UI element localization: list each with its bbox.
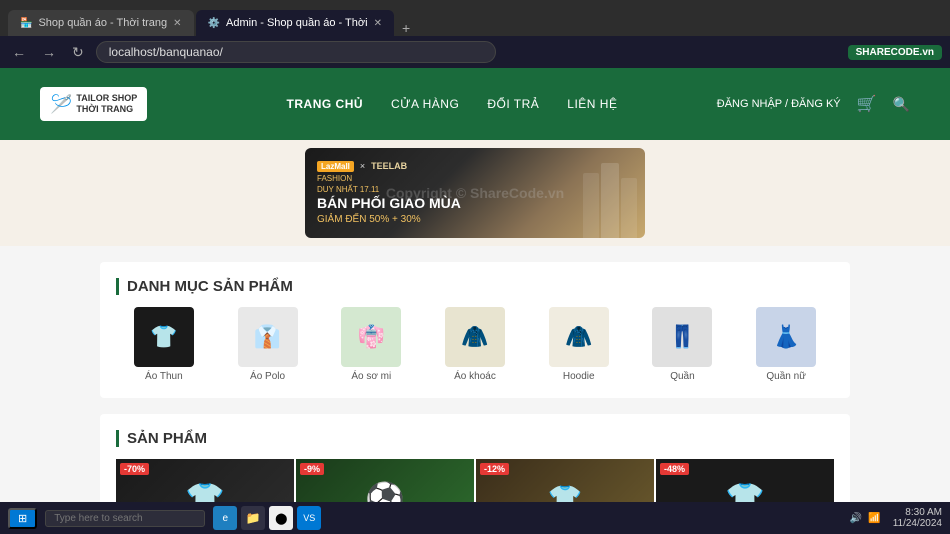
discount-badge-4: -48% (660, 463, 689, 475)
back-button[interactable]: ← (8, 42, 30, 62)
product-card-2[interactable]: -9% ⚽ (296, 459, 474, 502)
time-display: 8:30 AM (893, 507, 942, 518)
logo-text-line1: TAILOR SHOP (76, 93, 137, 104)
taskbar-sys-icons: 🔊 📶 (850, 513, 881, 524)
category-ao-polo-label: Áo Polo (250, 371, 285, 382)
refresh-button[interactable]: ↻ (68, 42, 88, 63)
category-grid: 👕 Áo Thun 👔 Áo Polo 👘 Áo sơ mi (116, 307, 834, 382)
taskbar-time: 8:30 AM 11/24/2024 (893, 507, 942, 529)
date-display: 11/24/2024 (893, 518, 942, 529)
browser-tabs: 🏪 Shop quần áo - Thời trang ✕ ⚙️ Admin -… (8, 0, 416, 36)
cart-button[interactable]: 🛒 (857, 94, 877, 114)
network-icon: 📶 (868, 513, 880, 524)
category-ao-so-mi-img: 👘 (341, 307, 401, 367)
discount1: GIẢM ĐẾN 50% (317, 214, 389, 225)
lazmall-badge: LazMall (317, 161, 354, 172)
taskbar-icons: e 📁 ⬤ VS (213, 506, 321, 530)
category-ao-so-mi-label: Áo sơ mi (351, 371, 391, 382)
products-section: SẢN PHẨM -70% 👕 -9% ⚽ -12% 👕 -48% 👕 (100, 414, 850, 502)
volume-icon: 🔊 (850, 513, 862, 524)
login-link[interactable]: ĐĂNG NHẬP / ĐĂNG KÝ (717, 98, 841, 110)
site-header: 🪡 TAILOR SHOP THỜI TRANG TRANG CHỦ CỬA H… (0, 68, 950, 140)
taskbar-vscode-icon[interactable]: VS (297, 506, 321, 530)
category-ao-khoac-img: 🧥 (445, 307, 505, 367)
category-quan-label: Quần (670, 371, 694, 382)
category-ao-thun-label: Áo Thun (145, 371, 183, 382)
taskbar-folder-icon[interactable]: 📁 (241, 506, 265, 530)
browser-nav: ← → ↻ SHARECODE.vn (0, 36, 950, 68)
logo-text-line2: THỜI TRANG (76, 104, 137, 115)
website-content: 🪡 TAILOR SHOP THỜI TRANG TRANG CHỦ CỬA H… (0, 68, 950, 502)
discount-badge-2: -9% (300, 463, 324, 475)
banner-content: LazMall × TEELAB FASHION DUY NHẤT 17.11 … (317, 161, 633, 225)
tab-1[interactable]: 🏪 Shop quần áo - Thời trang ✕ (8, 10, 194, 36)
category-ao-so-mi[interactable]: 👘 Áo sơ mi (323, 307, 419, 382)
tab-2-label: Admin - Shop quần áo - Thời (226, 17, 368, 29)
banner-main-text: BÁN PHỐI GIAO MÙA (317, 196, 633, 211)
discount-badge-3: -12% (480, 463, 509, 475)
taskbar-chrome-icon[interactable]: ⬤ (269, 506, 293, 530)
category-quan-img: 👖 (652, 307, 712, 367)
taskbar-edge-icon[interactable]: e (213, 506, 237, 530)
logo-icon: 🪡 (50, 94, 72, 115)
products-title: SẢN PHẨM (116, 430, 834, 447)
nav-cua-hang[interactable]: CỬA HÀNG (391, 97, 459, 111)
category-quan-nu-label: Quần nữ (766, 371, 806, 382)
category-quan-nu[interactable]: 👗 Quần nữ (738, 307, 834, 382)
category-ao-thun[interactable]: 👕 Áo Thun (116, 307, 212, 382)
taskbar: ⊞ e 📁 ⬤ VS 🔊 📶 8:30 AM 11/24/2024 (0, 502, 950, 534)
category-title: DANH MỤC SẢN PHẨM (116, 278, 834, 295)
banner-area: Copyright © ShareCode.vn LazMall × TEELA… (0, 140, 950, 246)
category-hoodie-label: Hoodie (563, 371, 595, 382)
new-tab-button[interactable]: + (396, 20, 416, 36)
category-ao-khoac[interactable]: 🧥 Áo khoác (427, 307, 523, 382)
banner-discount: GIẢM ĐẾN 50% + 30% (317, 214, 633, 225)
category-ao-khoac-label: Áo khoác (454, 371, 496, 382)
header-right: ĐĂNG NHẬP / ĐĂNG KÝ 🛒 🔍 (717, 94, 910, 114)
category-hoodie-img: 🧥 (549, 307, 609, 367)
banner-top: LazMall × TEELAB (317, 161, 633, 172)
category-ao-polo[interactable]: 👔 Áo Polo (220, 307, 316, 382)
discount2: + 30% (392, 214, 421, 225)
nav-right: SHARECODE.vn (848, 45, 942, 60)
search-button[interactable]: 🔍 (893, 96, 910, 113)
tab-1-close[interactable]: ✕ (173, 18, 181, 29)
tab-2[interactable]: ⚙️ Admin - Shop quần áo - Thời ✕ (196, 10, 394, 36)
banner-date: DUY NHẤT 17.11 (317, 185, 633, 194)
forward-button[interactable]: → (38, 42, 60, 62)
teelab-brand: TEELAB (371, 161, 407, 171)
product-card-4[interactable]: -48% 👕 (656, 459, 834, 502)
discount-badge-1: -70% (120, 463, 149, 475)
tab-1-label: Shop quần áo - Thời trang (38, 17, 167, 29)
nav-lien-he[interactable]: LIÊN HỆ (567, 97, 617, 111)
category-quan[interactable]: 👖 Quần (635, 307, 731, 382)
banner-fashion: FASHION (317, 174, 633, 183)
browser-chrome: 🏪 Shop quần áo - Thời trang ✕ ⚙️ Admin -… (0, 0, 950, 36)
product-card-1[interactable]: -70% 👕 (116, 459, 294, 502)
taskbar-right: 🔊 📶 8:30 AM 11/24/2024 (850, 507, 942, 529)
site-logo[interactable]: 🪡 TAILOR SHOP THỜI TRANG (40, 87, 147, 121)
tab-2-close[interactable]: ✕ (374, 18, 382, 29)
banner-image[interactable]: LazMall × TEELAB FASHION DUY NHẤT 17.11 … (305, 148, 645, 238)
banner-x: × (360, 161, 365, 171)
main-nav: TRANG CHỦ CỬA HÀNG ĐỔI TRẢ LIÊN HỆ (187, 97, 716, 111)
address-bar[interactable] (96, 41, 496, 63)
category-hoodie[interactable]: 🧥 Hoodie (531, 307, 627, 382)
taskbar-search[interactable] (45, 510, 205, 527)
category-ao-thun-img: 👕 (134, 307, 194, 367)
nav-trang-chu[interactable]: TRANG CHỦ (287, 97, 364, 111)
products-grid: -70% 👕 -9% ⚽ -12% 👕 -48% 👕 (116, 459, 834, 502)
main-content: DANH MỤC SẢN PHẨM 👕 Áo Thun 👔 Áo Polo (0, 246, 950, 502)
category-section: DANH MỤC SẢN PHẨM 👕 Áo Thun 👔 Áo Polo (100, 262, 850, 398)
nav-doi-tra[interactable]: ĐỔI TRẢ (487, 97, 539, 111)
product-card-3[interactable]: -12% 👕 (476, 459, 654, 502)
start-button[interactable]: ⊞ (8, 508, 37, 529)
category-quan-nu-img: 👗 (756, 307, 816, 367)
sharecode-logo: SHARECODE.vn (848, 45, 942, 60)
category-ao-polo-img: 👔 (238, 307, 298, 367)
